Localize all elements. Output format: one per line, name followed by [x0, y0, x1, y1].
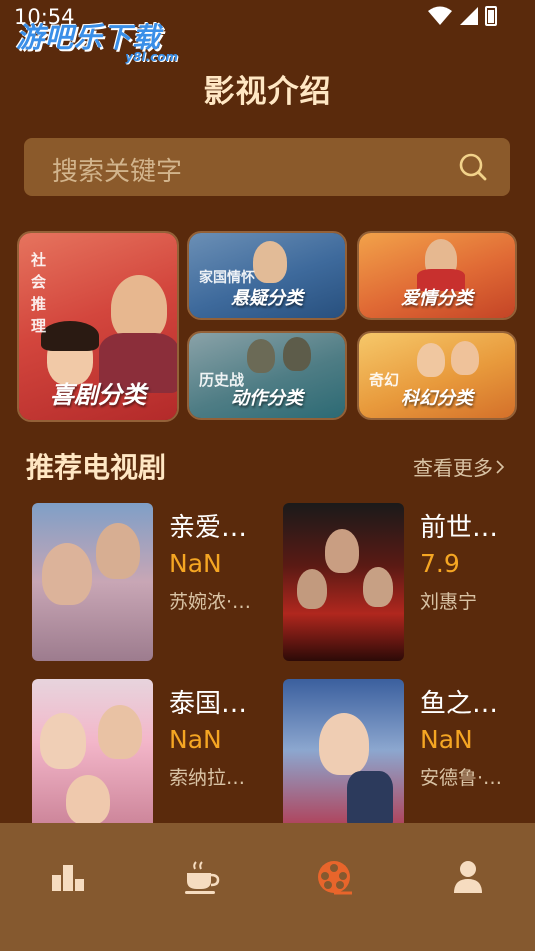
watermark-sub: y8l.com [125, 50, 178, 64]
person-body [347, 771, 393, 827]
category-comedy[interactable]: 社会推理 喜剧分类 [17, 231, 179, 422]
person-figure [297, 569, 327, 609]
user-icon[interactable] [448, 857, 488, 897]
page-title: 影视介绍 [203, 74, 332, 110]
signal-icon [460, 7, 478, 25]
person-figure [325, 529, 359, 573]
drama-score: NaN [169, 549, 222, 578]
person-figure [247, 339, 275, 373]
drama-poster [32, 503, 153, 661]
person-figure [96, 523, 140, 579]
category-mystery[interactable]: 家国情怀 悬疑分类 [187, 231, 347, 320]
drama-poster [283, 503, 404, 661]
person-figure [319, 713, 369, 775]
drama-cast: 安德鲁·… [420, 767, 503, 789]
category-label: 动作分类 [231, 388, 303, 409]
drama-title: 泰国… [169, 689, 248, 719]
person-figure [98, 705, 142, 759]
drama-score: 7.9 [420, 549, 460, 578]
search-placeholder: 搜索关键字 [52, 157, 183, 187]
drama-cast: 苏婉浓·… [169, 591, 252, 613]
status-icons [427, 6, 497, 26]
drama-score: NaN [169, 725, 222, 754]
ranking-icon[interactable] [48, 857, 88, 897]
category-tag: 社会推理 [31, 251, 47, 335]
drama-score: NaN [420, 725, 473, 754]
person-figure [66, 775, 110, 825]
category-label: 悬疑分类 [231, 288, 303, 309]
drama-card[interactable]: 泰国… NaN 索纳拉… [32, 679, 272, 839]
see-more-label: 查看更多 [413, 456, 493, 480]
drama-poster [32, 679, 153, 837]
person-figure [42, 543, 92, 605]
film-reel-icon[interactable] [314, 857, 354, 897]
person-figure [253, 241, 287, 283]
section-title: 推荐电视剧 [26, 451, 167, 484]
search-icon[interactable] [458, 152, 488, 182]
category-action[interactable]: 历史战 动作分类 [187, 331, 347, 420]
drama-cast: 刘惠宁 [420, 591, 478, 613]
drama-poster [283, 679, 404, 837]
person-figure [40, 713, 86, 769]
person-figure [283, 337, 311, 371]
watermark-logo: 游吧乐下载 y8l.com [16, 16, 186, 66]
person-figure [451, 341, 479, 375]
chevron-right-icon [496, 459, 505, 474]
battery-icon [485, 6, 497, 26]
drama-title: 鱼之… [420, 689, 499, 719]
category-label: 喜剧分类 [50, 381, 146, 409]
person-figure [363, 567, 393, 607]
category-label: 科幻分类 [401, 388, 473, 409]
coffee-icon[interactable] [181, 857, 221, 897]
drama-cast: 索纳拉… [169, 767, 246, 789]
category-scifi[interactable]: 奇幻 科幻分类 [357, 331, 517, 420]
category-romance[interactable]: 爱情分类 [357, 231, 517, 320]
wifi-icon [428, 6, 452, 25]
drama-card[interactable]: 前世… 7.9 刘惠宁 [283, 503, 523, 663]
category-label: 爱情分类 [401, 288, 473, 309]
drama-card[interactable]: 鱼之… NaN 安德鲁·… [283, 679, 523, 839]
person-figure [111, 275, 167, 341]
person-figure [417, 343, 445, 377]
drama-title: 亲爱… [169, 513, 248, 543]
drama-card[interactable]: 亲爱… NaN 苏婉浓·… [32, 503, 272, 663]
see-more-link[interactable]: 查看更多 [413, 452, 505, 481]
bottom-nav [0, 823, 535, 951]
search-input[interactable]: 搜索关键字 [24, 138, 510, 196]
drama-title: 前世… [420, 513, 499, 543]
